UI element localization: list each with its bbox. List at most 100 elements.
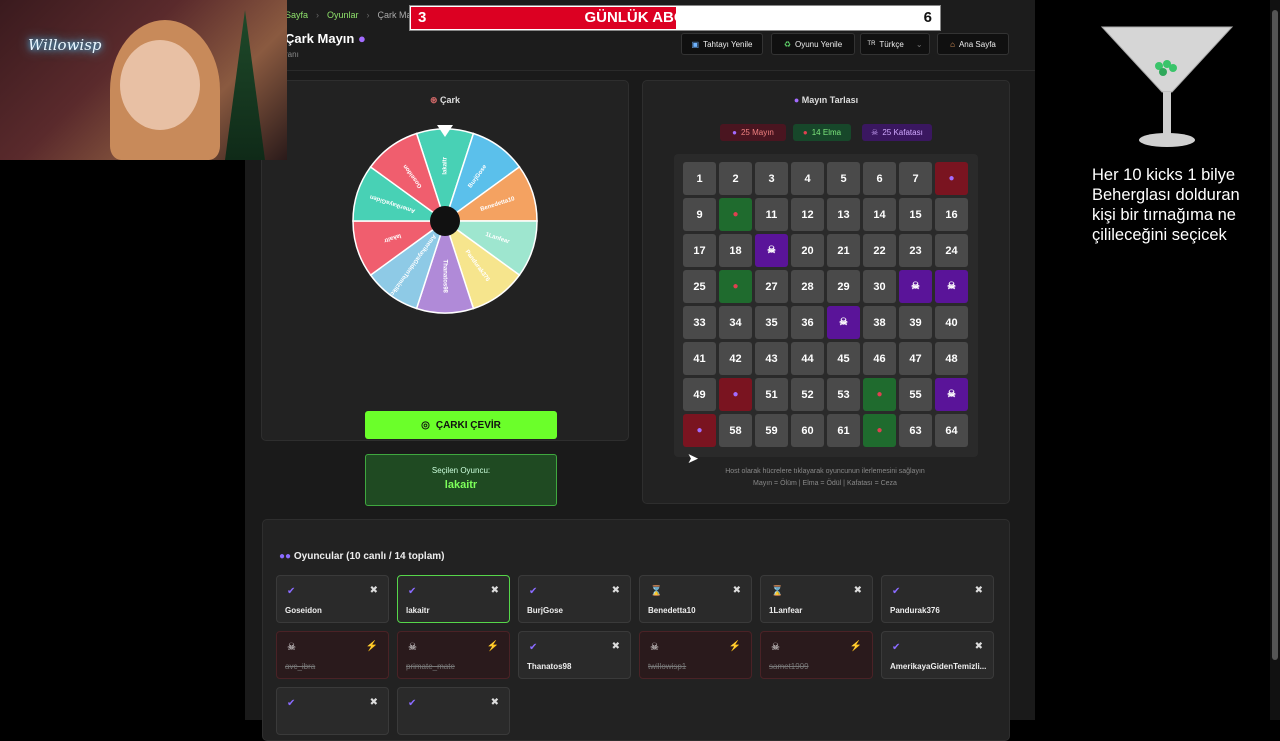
player-card[interactable]: ☠ ⚡ avc_ibra: [276, 631, 389, 679]
spin-wheel[interactable]: lakaitr BurjGoseBenedetta101LanfearPandur…: [345, 121, 545, 321]
player-card[interactable]: ⌛ ✖ Benedetta10: [639, 575, 752, 623]
player-card[interactable]: ✔ ✖ Thanatos98: [518, 631, 631, 679]
mine-cell-mine[interactable]: ●: [935, 162, 968, 195]
player-card[interactable]: ✔ ✖ lakaitr: [397, 575, 510, 623]
player-card[interactable]: ✔ ✖: [276, 687, 389, 735]
eliminate-icon[interactable]: ✖: [612, 641, 620, 652]
mine-cell-mine[interactable]: ●: [719, 378, 752, 411]
mine-cell[interactable]: 38: [863, 306, 896, 339]
mine-cell[interactable]: 18: [719, 234, 752, 267]
mine-cell[interactable]: 27: [755, 270, 788, 303]
mine-cell[interactable]: 23: [899, 234, 932, 267]
mine-cell[interactable]: 34: [719, 306, 752, 339]
revive-icon[interactable]: ⚡: [729, 641, 741, 652]
mine-cell[interactable]: 21: [827, 234, 860, 267]
mine-cell[interactable]: 16: [935, 198, 968, 231]
mine-cell[interactable]: 11: [755, 198, 788, 231]
mine-cell[interactable]: 17: [683, 234, 716, 267]
mine-cell[interactable]: 36: [791, 306, 824, 339]
eliminate-icon[interactable]: ✖: [975, 585, 983, 596]
mine-cell-skull[interactable]: ☠: [827, 306, 860, 339]
mine-cell[interactable]: 29: [827, 270, 860, 303]
mine-cell[interactable]: 15: [899, 198, 932, 231]
mine-cell-skull[interactable]: ☠: [755, 234, 788, 267]
refresh-board-button[interactable]: ▣ Tahtayı Yenile: [681, 33, 763, 55]
mine-cell[interactable]: 64: [935, 414, 968, 447]
mine-cell[interactable]: 63: [899, 414, 932, 447]
mine-cell-skull[interactable]: ☠: [935, 378, 968, 411]
eliminate-icon[interactable]: ✖: [491, 585, 499, 596]
mine-cell[interactable]: 40: [935, 306, 968, 339]
mine-cell[interactable]: 60: [791, 414, 824, 447]
player-card[interactable]: ✔ ✖ BurjGose: [518, 575, 631, 623]
eliminate-icon[interactable]: ✖: [854, 585, 862, 596]
eliminate-icon[interactable]: ✖: [733, 585, 741, 596]
mine-cell[interactable]: 61: [827, 414, 860, 447]
language-select[interactable]: TR Türkçe ⌄: [860, 33, 930, 55]
revive-icon[interactable]: ⚡: [366, 641, 378, 652]
eliminate-icon[interactable]: ✖: [975, 641, 983, 652]
breadcrumb-games[interactable]: Oyunlar: [327, 10, 359, 20]
mine-cell[interactable]: 48: [935, 342, 968, 375]
eliminate-icon[interactable]: ✖: [612, 585, 620, 596]
mine-cell[interactable]: 2: [719, 162, 752, 195]
mine-cell-apple[interactable]: ●: [863, 378, 896, 411]
mine-cell[interactable]: 30: [863, 270, 896, 303]
player-card[interactable]: ☠ ⚡ samet1909: [760, 631, 873, 679]
mine-cell-skull[interactable]: ☠: [935, 270, 968, 303]
mine-cell[interactable]: 13: [827, 198, 860, 231]
home-button[interactable]: ⌂ Ana Sayfa: [937, 33, 1009, 55]
mine-cell[interactable]: 59: [755, 414, 788, 447]
mine-cell[interactable]: 58: [719, 414, 752, 447]
mine-cell-apple[interactable]: ●: [719, 198, 752, 231]
mine-cell[interactable]: 46: [863, 342, 896, 375]
eliminate-icon[interactable]: ✖: [491, 697, 499, 708]
mine-cell[interactable]: 41: [683, 342, 716, 375]
mine-cell[interactable]: 28: [791, 270, 824, 303]
mine-cell[interactable]: 20: [791, 234, 824, 267]
mine-cell[interactable]: 25: [683, 270, 716, 303]
eliminate-icon[interactable]: ✖: [370, 697, 378, 708]
mine-cell-apple[interactable]: ●: [863, 414, 896, 447]
mine-cell[interactable]: 55: [899, 378, 932, 411]
revive-icon[interactable]: ⚡: [850, 641, 862, 652]
mine-cell[interactable]: 7: [899, 162, 932, 195]
mine-cell[interactable]: 9: [683, 198, 716, 231]
player-card[interactable]: ☠ ⚡ primate_mate: [397, 631, 510, 679]
player-card[interactable]: ☠ ⚡ twillowisp1: [639, 631, 752, 679]
mine-cell[interactable]: 39: [899, 306, 932, 339]
refresh-game-button[interactable]: ♻ Oyunu Yenile: [771, 33, 855, 55]
player-card[interactable]: ✔ ✖ AmerikayaGidenTemizli...: [881, 631, 994, 679]
mine-cell[interactable]: 45: [827, 342, 860, 375]
mine-cell[interactable]: 52: [791, 378, 824, 411]
mine-cell[interactable]: 4: [791, 162, 824, 195]
player-card[interactable]: ✔ ✖: [397, 687, 510, 735]
mine-cell[interactable]: 44: [791, 342, 824, 375]
mine-cell[interactable]: 53: [827, 378, 860, 411]
eliminate-icon[interactable]: ✖: [370, 585, 378, 596]
mine-cell[interactable]: 33: [683, 306, 716, 339]
mine-cell[interactable]: 51: [755, 378, 788, 411]
mine-cell[interactable]: 6: [863, 162, 896, 195]
mine-cell[interactable]: 14: [863, 198, 896, 231]
mine-cell[interactable]: 24: [935, 234, 968, 267]
mine-cell-apple[interactable]: ●: [719, 270, 752, 303]
scrollbar[interactable]: [1270, 0, 1280, 720]
mine-cell[interactable]: 12: [791, 198, 824, 231]
mine-cell-mine[interactable]: ●: [683, 414, 716, 447]
player-card[interactable]: ✔ ✖ Pandurak376: [881, 575, 994, 623]
mine-cell[interactable]: 42: [719, 342, 752, 375]
breadcrumb-home[interactable]: Sayfa: [285, 10, 308, 20]
mine-cell[interactable]: 43: [755, 342, 788, 375]
player-card[interactable]: ⌛ ✖ 1Lanfear: [760, 575, 873, 623]
mine-cell[interactable]: 3: [755, 162, 788, 195]
mine-cell[interactable]: 35: [755, 306, 788, 339]
mine-cell[interactable]: 47: [899, 342, 932, 375]
player-card[interactable]: ✔ ✖ Goseidon: [276, 575, 389, 623]
mine-cell[interactable]: 5: [827, 162, 860, 195]
revive-icon[interactable]: ⚡: [487, 641, 499, 652]
mine-cell[interactable]: 49: [683, 378, 716, 411]
mine-cell-skull[interactable]: ☠: [899, 270, 932, 303]
mine-cell[interactable]: 1: [683, 162, 716, 195]
mine-cell[interactable]: 22: [863, 234, 896, 267]
